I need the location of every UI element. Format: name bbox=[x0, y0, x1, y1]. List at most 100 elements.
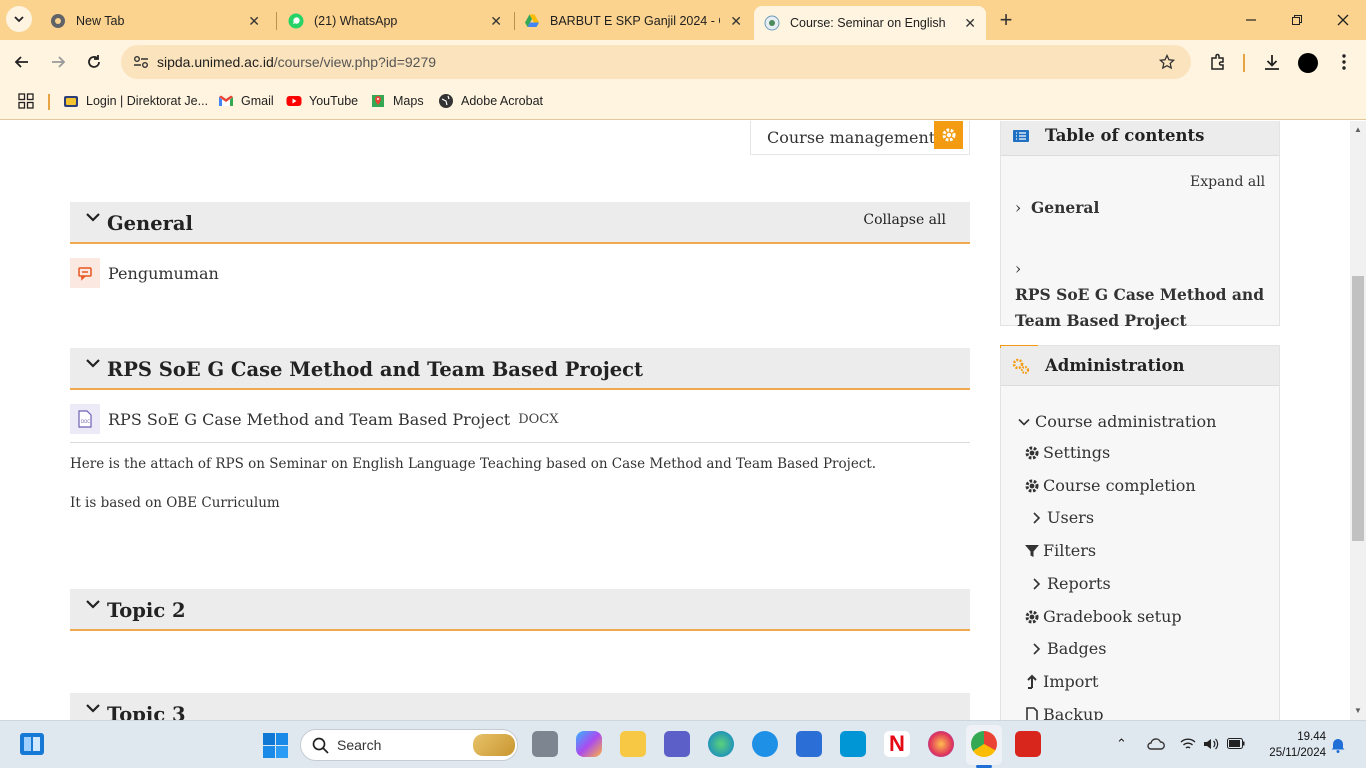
back-button[interactable] bbox=[8, 48, 36, 76]
bookmarks-bar: Login | Direktorat Je... Gmail YouTube M… bbox=[0, 84, 1366, 120]
arrow-left-icon bbox=[14, 56, 28, 68]
chevron-down-icon[interactable] bbox=[86, 701, 100, 715]
tab-search-button[interactable] bbox=[6, 6, 32, 32]
admin-users[interactable]: Users bbox=[1027, 508, 1094, 527]
system-clock[interactable]: 19.44 25/11/2024 bbox=[1258, 729, 1326, 761]
profile-avatar[interactable] bbox=[1298, 53, 1318, 73]
section-topic-3-header[interactable]: Topic 3 bbox=[70, 693, 970, 720]
volume-icon[interactable] bbox=[1203, 737, 1219, 751]
bookmark-youtube[interactable]: YouTube bbox=[286, 93, 358, 109]
tab-title: BARBUT E SKP Ganjil 2024 - Go bbox=[550, 14, 720, 28]
admin-gradebook-setup[interactable]: Gradebook setup bbox=[1023, 607, 1182, 626]
course-management-button[interactable]: Course management bbox=[750, 121, 970, 155]
tab-new-tab[interactable]: New Tab ✕ bbox=[40, 6, 270, 36]
star-icon[interactable] bbox=[1159, 54, 1175, 70]
rps-description-1: Here is the attach of RPS on Seminar on … bbox=[70, 456, 877, 472]
bookmark-gmail[interactable]: Gmail bbox=[218, 93, 274, 109]
section-topic-2-header[interactable]: Topic 2 bbox=[70, 589, 970, 631]
site-info-icon[interactable] bbox=[133, 55, 149, 69]
page-scrollbar[interactable]: ▲ ▼ bbox=[1350, 121, 1366, 720]
chevron-down-icon[interactable] bbox=[86, 597, 100, 611]
course-management-label: Course management bbox=[767, 128, 936, 147]
restore-button[interactable] bbox=[1283, 6, 1311, 34]
expand-all-link[interactable]: Expand all bbox=[1190, 174, 1265, 190]
firefox-icon[interactable] bbox=[928, 731, 954, 757]
gmail-icon bbox=[219, 95, 233, 106]
acrobat-icon[interactable] bbox=[1015, 731, 1041, 757]
windows-start-icon[interactable] bbox=[263, 733, 288, 758]
tab-whatsapp[interactable]: (21) WhatsApp ✕ bbox=[278, 6, 512, 36]
extensions-button[interactable] bbox=[1204, 48, 1232, 76]
youtube-icon bbox=[286, 96, 302, 106]
bookmark-maps[interactable]: Maps bbox=[370, 93, 424, 109]
activity-rps-file[interactable]: DOC RPS SoE G Case Method and Team Based… bbox=[70, 404, 559, 434]
copilot-icon[interactable] bbox=[576, 731, 602, 757]
url-text: sipda.unimed.ac.id/course/view.php?id=92… bbox=[157, 54, 437, 70]
scroll-up-icon[interactable]: ▲ bbox=[1354, 125, 1362, 134]
downloads-button[interactable] bbox=[1258, 48, 1286, 76]
close-icon[interactable]: ✕ bbox=[248, 13, 260, 30]
menu-button[interactable] bbox=[1330, 48, 1358, 76]
battery-icon[interactable] bbox=[1227, 738, 1245, 749]
activity-pengumuman[interactable]: Pengumuman bbox=[70, 258, 219, 288]
section-general-header[interactable]: General Collapse all bbox=[70, 202, 970, 244]
netflix-icon[interactable]: N bbox=[884, 731, 910, 757]
reload-button[interactable] bbox=[80, 48, 108, 76]
clock-date: 25/11/2024 bbox=[1269, 747, 1326, 759]
help-icon[interactable] bbox=[752, 731, 778, 757]
bookmark-login[interactable]: Login | Direktorat Je... bbox=[63, 93, 208, 109]
activity-name[interactable]: RPS SoE G Case Method and Team Based Pro… bbox=[108, 410, 510, 429]
toc-item-general[interactable]: › General bbox=[1015, 195, 1099, 221]
apps-grid-icon[interactable] bbox=[18, 93, 34, 109]
chevron-up-icon[interactable]: ⌃ bbox=[1116, 736, 1127, 752]
restore-icon bbox=[1292, 15, 1302, 25]
chevron-down-icon[interactable] bbox=[86, 210, 100, 224]
section-title[interactable]: General bbox=[107, 212, 193, 235]
section-title[interactable]: Topic 2 bbox=[107, 599, 186, 622]
admin-course-completion[interactable]: Course completion bbox=[1023, 476, 1196, 495]
course-administration-node[interactable]: Course administration bbox=[1015, 412, 1216, 431]
gear-icon[interactable] bbox=[934, 121, 963, 149]
admin-settings[interactable]: Settings bbox=[1023, 443, 1110, 462]
cloud-icon[interactable] bbox=[1147, 737, 1165, 751]
task-view-icon[interactable] bbox=[532, 731, 558, 757]
toc-item-rps[interactable]: ›RPS SoE G Case Method and Team Based Pro… bbox=[1015, 244, 1279, 334]
scroll-down-icon[interactable]: ▼ bbox=[1354, 706, 1362, 715]
taskbar-search[interactable]: Search bbox=[300, 729, 518, 761]
edge-icon[interactable] bbox=[708, 731, 734, 757]
hp-icon[interactable] bbox=[840, 731, 866, 757]
minimize-button[interactable] bbox=[1237, 6, 1265, 34]
address-bar[interactable]: sipda.unimed.ac.id/course/view.php?id=92… bbox=[121, 45, 1191, 79]
admin-filters[interactable]: Filters bbox=[1023, 541, 1096, 560]
admin-badges[interactable]: Badges bbox=[1027, 639, 1106, 658]
close-icon[interactable]: ✕ bbox=[964, 15, 976, 32]
chevron-down-icon[interactable] bbox=[86, 356, 100, 370]
notification-bell-icon[interactable] bbox=[1330, 737, 1346, 753]
admin-reports[interactable]: Reports bbox=[1027, 574, 1111, 593]
tab-course[interactable]: Course: Seminar on English Lan ✕ bbox=[754, 6, 986, 40]
bookmark-adobe-acrobat[interactable]: Adobe Acrobat bbox=[438, 93, 543, 109]
section-title[interactable]: Topic 3 bbox=[107, 703, 186, 720]
collapse-all-link[interactable]: Collapse all bbox=[863, 212, 946, 228]
close-window-button[interactable] bbox=[1329, 6, 1357, 34]
scrollbar-thumb[interactable] bbox=[1352, 276, 1364, 541]
wifi-icon[interactable] bbox=[1180, 737, 1196, 751]
file-icon bbox=[1023, 706, 1041, 720]
store-icon[interactable] bbox=[796, 731, 822, 757]
section-title[interactable]: RPS SoE G Case Method and Team Based Pro… bbox=[107, 358, 643, 381]
admin-backup[interactable]: Backup bbox=[1023, 705, 1104, 720]
section-rps-header[interactable]: RPS SoE G Case Method and Team Based Pro… bbox=[70, 348, 970, 390]
chrome-icon[interactable] bbox=[971, 731, 997, 757]
close-icon[interactable]: ✕ bbox=[730, 13, 742, 30]
teams-icon[interactable] bbox=[664, 731, 690, 757]
new-tab-button[interactable]: + bbox=[992, 6, 1020, 34]
toc-header: Table of contents bbox=[1001, 121, 1279, 156]
forward-button[interactable] bbox=[44, 48, 72, 76]
widgets-icon[interactable] bbox=[20, 733, 44, 755]
tab-barbut[interactable]: BARBUT E SKP Ganjil 2024 - Go ✕ bbox=[514, 6, 752, 36]
activity-name[interactable]: Pengumuman bbox=[108, 264, 219, 283]
close-icon[interactable]: ✕ bbox=[490, 13, 502, 30]
admin-import[interactable]: Import bbox=[1023, 672, 1098, 691]
file-explorer-icon[interactable] bbox=[620, 731, 646, 757]
chevron-right-icon bbox=[1027, 640, 1045, 658]
